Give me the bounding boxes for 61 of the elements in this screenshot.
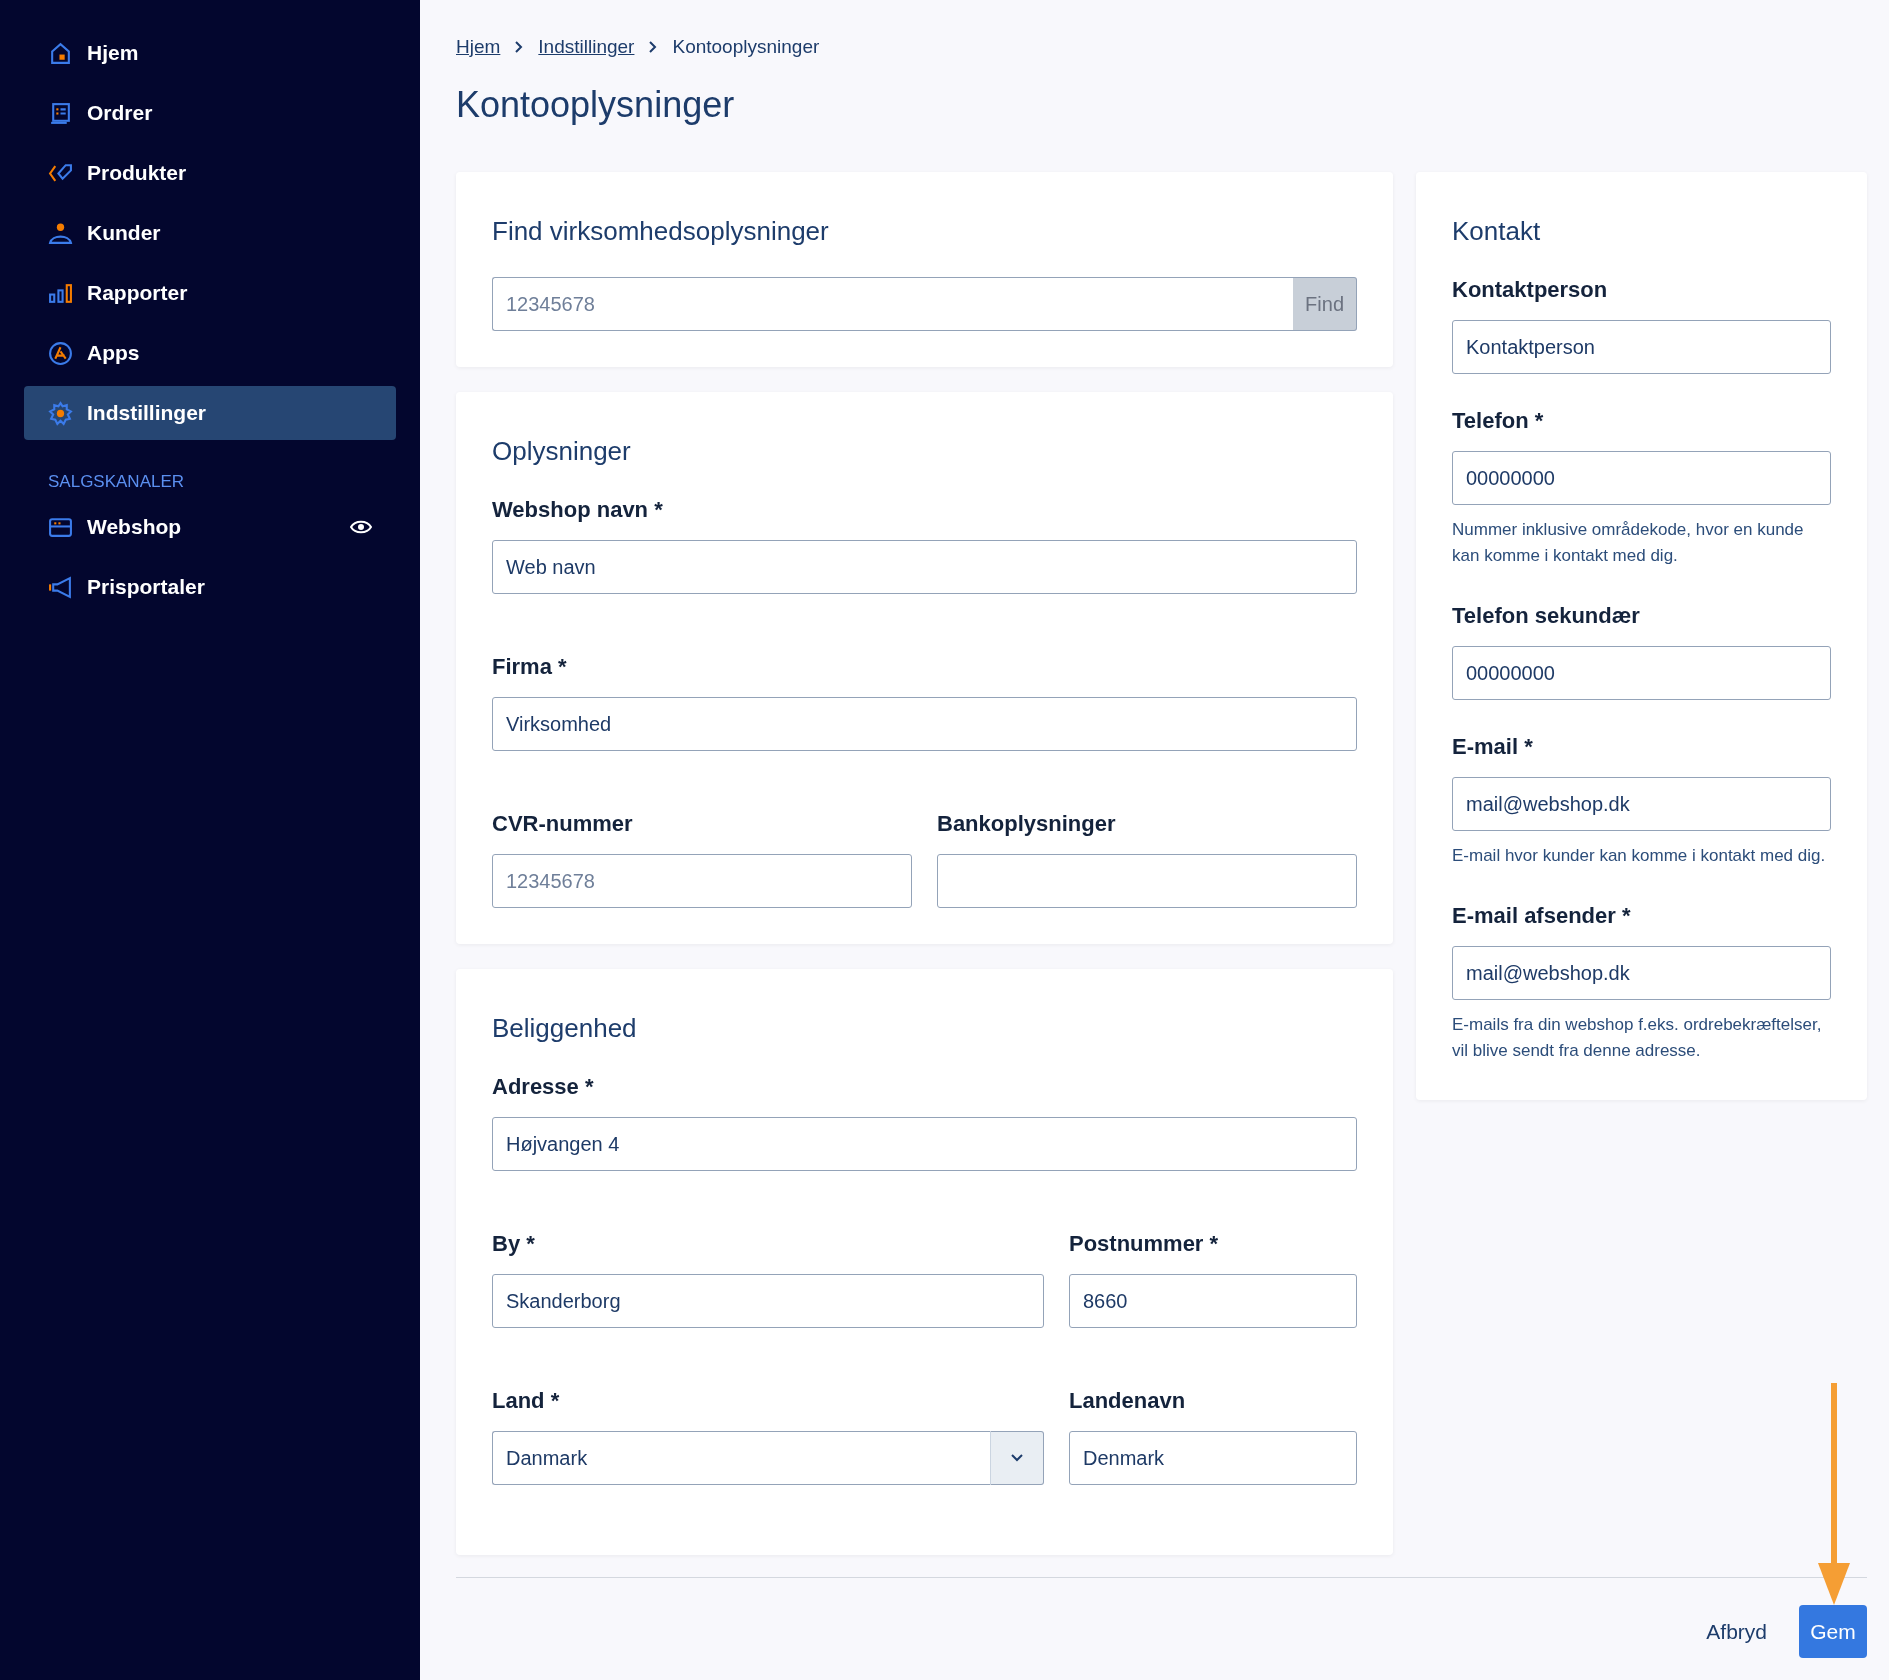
field-label: Kontaktperson	[1452, 277, 1609, 303]
sidebar-item[interactable]: Produkter	[24, 146, 396, 200]
text-input[interactable]: 00000000	[1452, 451, 1831, 505]
field-label: Bankoplysninger	[937, 811, 1117, 837]
apps-icon	[48, 340, 73, 366]
field-label: Telefon *	[1452, 408, 1545, 434]
country-dropdown[interactable]: Danmark	[492, 1431, 990, 1485]
page-title: Kontooplysninger	[456, 84, 736, 126]
field-label: Firma *	[492, 654, 568, 680]
chevron-down-icon	[1010, 1454, 1023, 1462]
sidebar-item[interactable]: Apps	[24, 326, 396, 380]
field-label: By *	[492, 1231, 536, 1257]
house-icon	[48, 40, 73, 66]
save-button[interactable]: Gem	[1799, 1605, 1867, 1658]
help-text: E-mails fra din webshop f.eks. ordrebekræftelser, vil blive sendt fra denne adresse.	[1452, 1014, 1823, 1062]
sidebar-item[interactable]: Kunder	[24, 206, 396, 260]
field-label: Adresse *	[492, 1074, 595, 1100]
text-input[interactable]: Højvangen 4	[492, 1117, 1357, 1171]
sidebar-item[interactable]: Ordrer	[24, 86, 396, 140]
text-input[interactable]: 12345678	[492, 854, 912, 908]
text-input[interactable]: 8660	[1068, 1274, 1357, 1328]
breadcrumb-link[interactable]: Hjem	[456, 36, 501, 58]
text-input[interactable]: mail@webshop.dk	[1452, 777, 1831, 831]
chevron-right-icon	[648, 41, 659, 53]
section-heading: SALGSKANALER	[48, 472, 186, 492]
sidebar-item[interactable]: Hjem	[24, 26, 396, 80]
help-text: Nummer inklusive områdekode, hvor en kunde kan komme i kontakt med dig.	[1452, 519, 1805, 567]
sidebar-item[interactable]: Indstillinger	[24, 386, 396, 440]
text-input[interactable]: 00000000	[1452, 646, 1831, 700]
field-label: CVR-nummer	[492, 811, 634, 837]
cancel-button[interactable]: Afbryd	[1700, 1618, 1773, 1645]
chevron-right-icon	[514, 41, 525, 53]
help-text: E-mail hvor kunder kan komme i kontakt med dig.	[1452, 845, 1827, 867]
field-label: E-mail *	[1452, 734, 1534, 760]
card-title: Beliggenhed	[492, 1013, 638, 1044]
text-input[interactable]: Skanderborg	[492, 1274, 1044, 1328]
sidebar-item[interactable]: Rapporter	[24, 266, 396, 320]
list-icon	[48, 100, 73, 126]
text-input[interactable]: Kontaktperson	[1452, 320, 1831, 374]
gear-icon	[48, 400, 73, 426]
text-input[interactable]: mail@webshop.dk	[1452, 946, 1831, 1000]
sidebar-item[interactable]: Prisportaler	[24, 560, 396, 614]
text-input[interactable]: Virksomhed	[492, 697, 1357, 751]
text-input[interactable]: Denmark	[1068, 1431, 1357, 1485]
dropdown-toggle[interactable]	[989, 1431, 1044, 1485]
eye-icon[interactable]	[350, 519, 372, 535]
field-label: Telefon sekundær	[1452, 603, 1641, 629]
sidebar-item[interactable]: Webshop	[24, 500, 396, 554]
field-label: Landenavn	[1068, 1388, 1187, 1414]
card-title: Oplysninger	[492, 436, 632, 467]
field-label: Postnummer *	[1068, 1231, 1220, 1257]
text-input[interactable]	[937, 854, 1357, 908]
card-title: Find virksomhedsoplysninger	[492, 216, 830, 247]
breadcrumb-link[interactable]: Indstillinger	[538, 36, 635, 58]
field-label: Land *	[492, 1388, 561, 1414]
field-label: E-mail afsender *	[1452, 903, 1632, 929]
card-title: Kontakt	[1452, 216, 1542, 247]
text-input[interactable]: Web navn	[492, 540, 1357, 594]
breadcrumb-current: Kontooplysninger	[672, 36, 820, 58]
megaphone-icon	[48, 574, 73, 600]
field-label: Webshop navn *	[492, 497, 664, 523]
